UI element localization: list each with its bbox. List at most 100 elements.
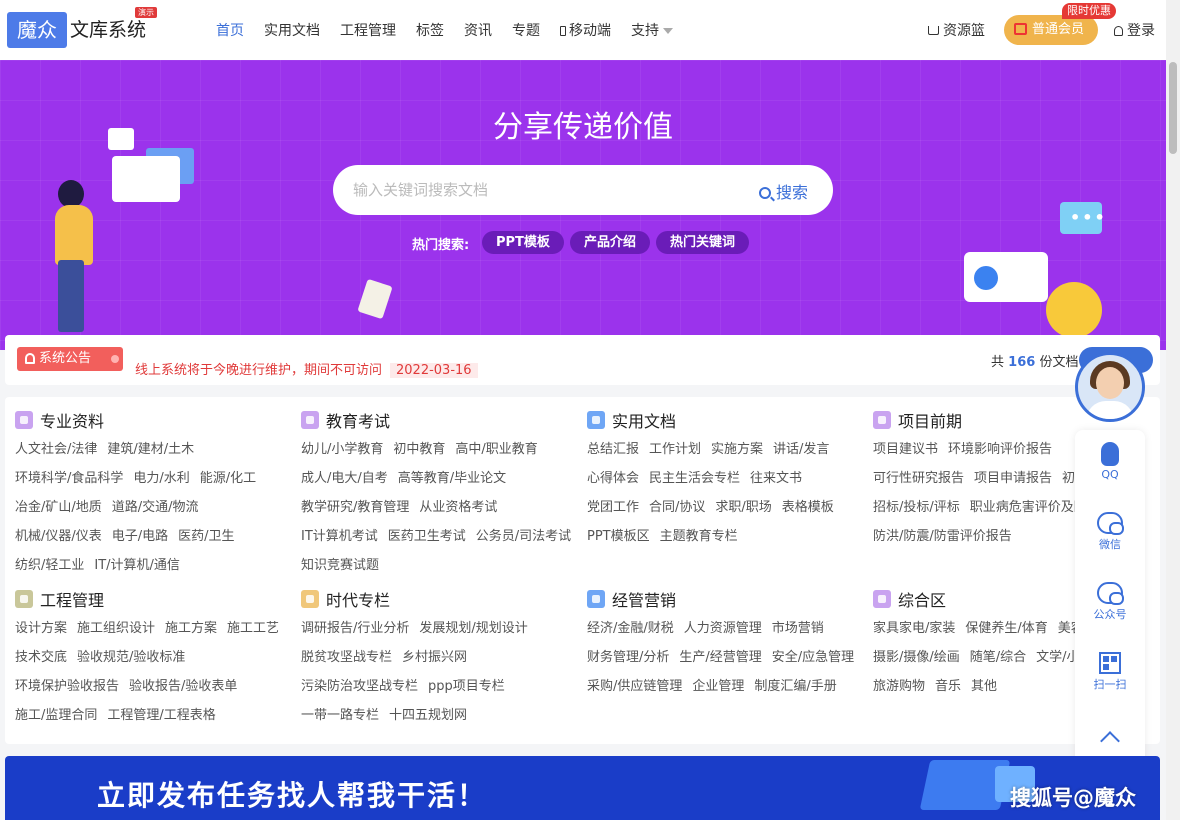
category-link[interactable]: 发展规划/规划设计 (419, 617, 527, 636)
category-link[interactable]: 道路/交通/物流 (112, 496, 199, 515)
category-link[interactable]: 成人/电大/自考 (301, 467, 388, 486)
category-header[interactable]: 专业资料 (15, 409, 266, 431)
category-link[interactable]: 从业资格考试 (419, 496, 497, 515)
category-link[interactable]: 设计方案 (15, 617, 67, 636)
category-header[interactable]: 教育考试 (301, 409, 581, 431)
nav-item-topics[interactable]: 专题 (512, 20, 540, 40)
category-link[interactable]: 一带一路专栏 (301, 704, 379, 723)
category-header[interactable]: 时代专栏 (301, 588, 538, 610)
category-link[interactable]: 人文社会/法律 (15, 438, 97, 457)
category-link[interactable]: 调研报告/行业分析 (301, 617, 409, 636)
category-link[interactable]: 制度汇编/手册 (754, 675, 836, 694)
category-link[interactable]: 项目建议书 (873, 438, 938, 457)
category-link[interactable]: 施工组织设计 (77, 617, 155, 636)
category-link[interactable]: 总结汇报 (587, 438, 639, 457)
category-link[interactable]: 主题教育专栏 (660, 525, 738, 544)
category-link[interactable]: 能源/化工 (200, 467, 256, 486)
category-link[interactable]: 纺织/轻工业 (15, 554, 84, 573)
category-link[interactable]: 招标/投标/评标 (873, 496, 960, 515)
category-link[interactable]: 施工/监理合同 (15, 704, 97, 723)
notice-item[interactable]: 线上系统将于今晚进行维护，期间不可访问 2022-03-16 (135, 359, 478, 378)
logo[interactable]: 魔众 (7, 12, 67, 48)
category-link[interactable]: IT/计算机/通信 (94, 554, 180, 573)
category-link[interactable]: 其他 (971, 675, 997, 694)
category-link[interactable]: 心得体会 (587, 467, 639, 486)
category-link[interactable]: 施工工艺 (227, 617, 279, 636)
category-link[interactable]: 建筑/建材/土木 (107, 438, 194, 457)
category-link[interactable]: 党团工作 (587, 496, 639, 515)
category-link[interactable]: 可行性研究报告 (873, 467, 964, 486)
category-link[interactable]: 生产/经营管理 (679, 646, 761, 665)
nav-item-news[interactable]: 资讯 (464, 20, 492, 40)
category-link[interactable]: 采购/供应链管理 (587, 675, 682, 694)
category-link[interactable]: 环境影响评价报告 (948, 438, 1052, 457)
category-link[interactable]: 教学研究/教育管理 (301, 496, 409, 515)
category-link[interactable]: IT计算机考试 (301, 525, 378, 544)
category-link[interactable]: 验收规范/验收标准 (77, 646, 185, 665)
category-link[interactable]: 音乐 (935, 675, 961, 694)
nav-item-home[interactable]: 首页 (216, 20, 244, 40)
back-to-top-button[interactable] (1075, 726, 1145, 751)
category-link[interactable]: 安全/应急管理 (772, 646, 854, 665)
nav-item-support[interactable]: 支持 (631, 20, 673, 40)
category-link[interactable]: ppp项目专栏 (428, 675, 505, 694)
category-link[interactable]: 工程管理/工程表格 (107, 704, 215, 723)
category-link[interactable]: 经济/金融/财税 (587, 617, 674, 636)
float-item-qq[interactable]: QQ (1075, 442, 1145, 481)
hot-tag[interactable]: 热门关键词 (655, 231, 749, 254)
float-item-wechat[interactable]: 微信 (1075, 512, 1145, 552)
category-header[interactable]: 经管营销 (587, 588, 864, 610)
category-link[interactable]: 求职/职场 (715, 496, 771, 515)
site-title[interactable]: 文库系统 (70, 15, 146, 42)
category-link[interactable]: 项目申请报告 (974, 467, 1052, 486)
float-item-scan[interactable]: 扫一扫 (1075, 652, 1145, 692)
hot-tag[interactable]: 产品介绍 (569, 231, 650, 254)
category-link[interactable]: 工作计划 (649, 438, 701, 457)
category-link[interactable]: 财务管理/分析 (587, 646, 669, 665)
category-link[interactable]: PPT模板区 (587, 525, 650, 544)
category-link[interactable]: 高等教育/毕业论文 (398, 467, 506, 486)
category-link[interactable]: 知识竞赛试题 (301, 554, 379, 573)
category-header[interactable]: 工程管理 (15, 588, 289, 610)
category-link[interactable]: 高中/职业教育 (455, 438, 537, 457)
search-button[interactable]: 搜索 (759, 179, 808, 203)
category-link[interactable]: 技术交底 (15, 646, 67, 665)
page-scrollbar[interactable] (1166, 0, 1180, 820)
hot-tag[interactable]: PPT模板 (482, 231, 564, 254)
category-link[interactable]: 环境科学/食品科学 (15, 467, 123, 486)
login-link[interactable]: 登录 (1114, 20, 1155, 40)
category-link[interactable]: 表格模板 (782, 496, 834, 515)
category-link[interactable]: 电力/水利 (133, 467, 189, 486)
category-link[interactable]: 市场营销 (772, 617, 824, 636)
resource-basket-link[interactable]: 资源篮 (928, 20, 985, 40)
category-link[interactable]: 企业管理 (692, 675, 744, 694)
category-link[interactable]: 医药/卫生 (178, 525, 234, 544)
category-link[interactable]: 公务员/司法考试 (476, 525, 571, 544)
category-link[interactable]: 往来文书 (750, 467, 802, 486)
category-link[interactable]: 合同/协议 (649, 496, 705, 515)
category-link[interactable]: 医药卫生考试 (388, 525, 466, 544)
category-link[interactable]: 验收报告/验收表单 (129, 675, 237, 694)
vip-button[interactable]: 普通会员 (1004, 15, 1098, 45)
nav-item-docs[interactable]: 实用文档 (264, 20, 320, 40)
category-link[interactable]: 防洪/防震/防雷评价报告 (873, 525, 1012, 544)
category-link[interactable]: 保健养生/体育 (965, 617, 1047, 636)
scrollbar-thumb[interactable] (1169, 62, 1177, 154)
category-link[interactable]: 乡村振兴网 (402, 646, 467, 665)
task-banner[interactable]: 立即发布任务找人帮我干活！ (5, 756, 1160, 820)
category-link[interactable]: 家具家电/家装 (873, 617, 955, 636)
category-link[interactable]: 环境保护验收报告 (15, 675, 119, 694)
float-item-official-account[interactable]: 公众号 (1075, 582, 1145, 622)
category-link[interactable]: 电子/电路 (112, 525, 168, 544)
nav-item-mobile[interactable]: 移动端 (560, 20, 611, 40)
category-header[interactable]: 实用文档 (587, 409, 844, 431)
category-link[interactable]: 脱贫攻坚战专栏 (301, 646, 392, 665)
category-link[interactable]: 随笔/综合 (970, 646, 1026, 665)
category-link[interactable]: 污染防治攻坚战专栏 (301, 675, 418, 694)
category-link[interactable]: 初中教育 (393, 438, 445, 457)
category-link[interactable]: 讲话/发言 (773, 438, 829, 457)
category-link[interactable]: 民主生活会专栏 (649, 467, 740, 486)
category-link[interactable]: 施工方案 (165, 617, 217, 636)
category-link[interactable]: 人力资源管理 (684, 617, 762, 636)
category-link[interactable]: 冶金/矿山/地质 (15, 496, 102, 515)
